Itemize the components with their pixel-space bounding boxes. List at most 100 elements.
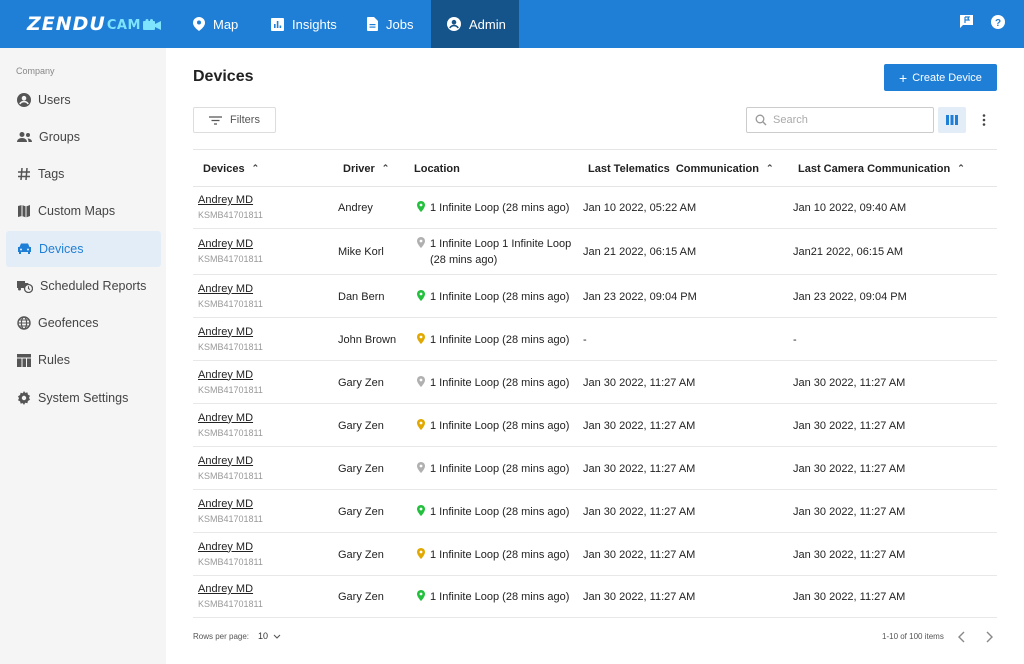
device-id: KSMB41701811 [198,210,263,220]
sidebar-item-label: Groups [39,130,80,144]
car-icon [18,243,31,254]
prev-page-button[interactable] [957,630,967,648]
device-name-link[interactable]: Andrey MD [198,412,253,424]
telematics-time: Jan 30 2022, 11:27 AM [583,505,696,518]
sidebar-item-tags[interactable]: Tags [6,156,161,192]
sidebar-item-label: Rules [38,353,70,367]
device-name-link[interactable]: Andrey MD [198,194,253,206]
table-row[interactable]: Andrey MD KSMB41701811 Dan Bern 1 Infinite … [193,275,997,318]
telematics-time: Jan 30 2022, 11:27 AM [583,419,696,432]
device-name-link[interactable]: Andrey MD [198,283,253,295]
device-name-link[interactable]: Andrey MD [198,455,253,467]
device-name-link[interactable]: Andrey MD [198,326,253,338]
sidebar-item-label: Devices [39,242,84,256]
sidebar-item-system-settings[interactable]: System Settings [6,380,161,416]
device-name-link[interactable]: Andrey MD [198,238,253,250]
sort-icon[interactable]: ⌃ [957,163,965,174]
table-body: Andrey MD KSMB41701811 Andrey 1 Infinite Lo… [193,187,997,618]
sidebar-item-users[interactable]: Users [6,82,161,118]
nav-map[interactable]: Map [180,0,258,48]
location-text: 1 Infinite Loop (28 mins ago) [430,202,570,214]
telematics-time: Jan 30 2022, 11:27 AM [583,548,696,561]
sidebar-item-devices[interactable]: Devices [6,231,161,267]
help-icon[interactable]: ? [990,14,1006,30]
device-id: KSMB41701811 [198,254,263,264]
nav-insights[interactable]: Insights [258,0,354,48]
sidebar-item-custom-maps[interactable]: Custom Maps [6,193,161,229]
table-row[interactable]: Andrey MD KSMB41701811 Mike Korl 1 Infinite… [193,229,997,275]
camera-time: Jan21 2022, 06:15 AM [793,246,904,258]
sort-icon[interactable]: ⌃ [766,163,774,174]
driver-name: Gary Zen [338,462,384,475]
column-view-button[interactable] [938,107,966,133]
device-id: KSMB41701811 [198,599,263,609]
table-row[interactable]: Andrey MD KSMB41701811 Gary Zen 1 Infinite … [193,404,997,447]
column-header-camera[interactable]: Last Camera Communication ⌃ [798,150,965,187]
globe-icon [17,316,31,330]
device-id: KSMB41701811 [198,384,263,395]
logo[interactable]: ZENDU CAM [27,13,161,35]
table-row[interactable]: Andrey MD KSMB41701811 Gary Zen 1 Infinite … [193,361,997,404]
location-text: 1 Infinite Loop 1 Infinite Loop (28 mins… [430,238,572,266]
nav-admin[interactable]: Admin [431,0,519,48]
device-name-link[interactable]: Andrey MD [198,583,253,595]
search-input[interactable] [773,114,923,126]
driver-name: Gary Zen [338,419,384,432]
column-header-driver[interactable]: Driver ⌃ [343,150,389,187]
flag-message-icon[interactable] [959,14,974,30]
telematics-time: - [583,333,587,346]
sidebar-item-label: Users [38,93,71,107]
table-row[interactable]: Andrey MD KSMB41701811 Gary Zen 1 Infinite … [193,490,997,533]
device-name-link[interactable]: Andrey MD [198,369,253,381]
map-icon [18,205,30,218]
column-header-devices[interactable]: Devices ⌃ [203,150,259,187]
rows-per-page-value: 10 [258,631,269,641]
camera-time: Jan 30 2022, 11:27 AM [793,376,906,389]
location-cell: 1 Infinite Loop (28 mins ago) [417,375,587,391]
next-page-button[interactable] [984,630,994,648]
plus-icon: + [899,69,908,86]
device-name-link[interactable]: Andrey MD [198,498,253,510]
location-pin-icon [417,332,425,344]
columns-icon [946,115,958,125]
table-row[interactable]: Andrey MD KSMB41701811 John Brown 1 Infinit… [193,318,997,361]
sidebar-item-rules[interactable]: Rules [6,342,161,378]
device-name-link[interactable]: Andrey MD [198,541,253,553]
column-header-label: Devices [203,162,245,175]
people-icon [17,132,32,142]
rows-per-page-select[interactable]: 10 [258,631,281,641]
sort-icon[interactable]: ⌃ [252,163,260,174]
more-vertical-icon [982,114,986,126]
device-id: KSMB41701811 [198,513,263,524]
sidebar-item-groups[interactable]: Groups [6,119,161,155]
table-row[interactable]: Andrey MD KSMB41701811 Gary Zen 1 Infinite … [193,576,997,618]
camera-time: Jan 23 2022, 09:04 PM [793,290,907,303]
camera-time: Jan 30 2022, 11:27 AM [793,462,906,475]
location-cell: 1 Infinite Loop (28 mins ago) [417,332,587,348]
search-icon [755,114,767,126]
sidebar-item-scheduled-reports[interactable]: Scheduled Reports [6,268,161,304]
more-options-button[interactable] [976,110,992,130]
nav-jobs[interactable]: Jobs [354,0,431,48]
telematics-time: Jan 10 2022, 05:22 AM [583,202,697,214]
column-header-telematics[interactable]: Last Telematics Communication ⌃ [588,150,774,187]
chevron-right-icon [986,631,993,643]
filters-button[interactable]: Filters [193,107,276,133]
device-id: KSMB41701811 [198,556,263,567]
location-pin-icon [417,590,425,601]
device-id: KSMB41701811 [198,341,263,352]
camera-time: - [793,333,797,346]
column-header-label: Last Telematics Communication [588,162,759,175]
table-row[interactable]: Andrey MD KSMB41701811 Gary Zen 1 Infinite … [193,533,997,576]
search-box[interactable] [746,107,934,133]
gear-icon [18,391,30,405]
camera-time: Jan 10 2022, 09:40 AM [793,202,907,214]
sort-icon[interactable]: ⌃ [382,163,390,174]
create-device-button[interactable]: + Create Device [884,64,997,91]
table-row[interactable]: Andrey MD KSMB41701811 Gary Zen 1 Infinite … [193,447,997,490]
rows-per-page-label: Rows per page: [193,632,250,641]
location-text: 1 Infinite Loop (28 mins ago) [430,591,570,603]
telematics-time: Jan 30 2022, 11:27 AM [583,462,696,475]
sidebar-item-geofences[interactable]: Geofences [6,305,161,341]
table-row[interactable]: Andrey MD KSMB41701811 Andrey 1 Infinite Lo… [193,187,997,229]
